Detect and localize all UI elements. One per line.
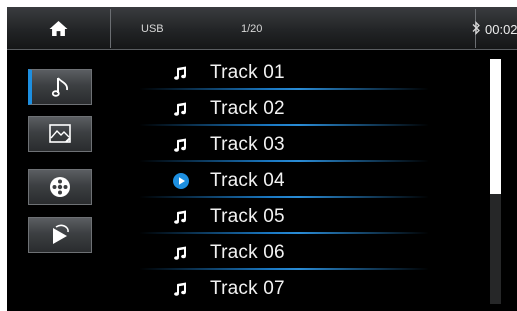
home-button[interactable] [7, 7, 110, 50]
clock: 00:02 [485, 22, 517, 37]
music-note-icon [174, 246, 186, 260]
now-playing-indicator [173, 173, 189, 189]
track-list: Track 01 Track 02 Track 03 Track 04 Trac… [117, 55, 477, 307]
track-title: Track 01 [210, 62, 285, 83]
bluetooth-icon [472, 21, 480, 35]
sidebar-item-video[interactable] [28, 169, 92, 205]
music-note-icon [174, 282, 186, 296]
status-divider [110, 9, 111, 48]
status-bar: USB 1/20 00:02 [7, 7, 517, 50]
track-title: Track 07 [210, 278, 285, 299]
track-title: Track 02 [210, 98, 285, 119]
music-note-icon [51, 77, 68, 97]
track-icon [173, 101, 189, 117]
track-icon [173, 65, 189, 81]
track-item[interactable]: Track 02 [117, 91, 477, 127]
track-item[interactable]: Track 04 [117, 163, 477, 199]
track-item[interactable]: Track 05 [117, 199, 477, 235]
home-icon [49, 20, 68, 37]
track-icon [173, 137, 189, 153]
track-title: Track 06 [210, 242, 285, 263]
play-swirl-icon [53, 224, 69, 244]
track-icon [173, 245, 189, 261]
track-title: Track 04 [210, 170, 285, 191]
music-note-icon [174, 66, 186, 80]
film-reel-icon [50, 177, 70, 197]
music-note-icon [174, 210, 186, 224]
track-counter: 1/20 [241, 23, 263, 35]
sidebar-item-photo[interactable] [28, 116, 92, 152]
track-item[interactable]: Track 07 [117, 271, 477, 307]
scrollbar-thumb[interactable] [490, 59, 501, 194]
music-note-icon [174, 102, 186, 116]
track-icon [173, 281, 189, 297]
media-player-screen: USB 1/20 00:02 Track 01 Track 02 Track 0… [7, 7, 517, 311]
track-title: Track 03 [210, 134, 285, 155]
track-item[interactable]: Track 01 [117, 55, 477, 91]
music-note-icon [174, 138, 186, 152]
track-icon [173, 209, 189, 225]
picture-icon [49, 124, 71, 143]
sidebar-item-other[interactable] [28, 217, 92, 253]
track-item[interactable]: Track 03 [117, 127, 477, 163]
sidebar-item-music[interactable] [28, 69, 92, 105]
track-item[interactable]: Track 06 [117, 235, 477, 271]
track-title: Track 05 [210, 206, 285, 227]
scrollbar[interactable] [490, 59, 501, 304]
play-circle-icon [173, 173, 189, 189]
source-label: USB [141, 23, 164, 35]
